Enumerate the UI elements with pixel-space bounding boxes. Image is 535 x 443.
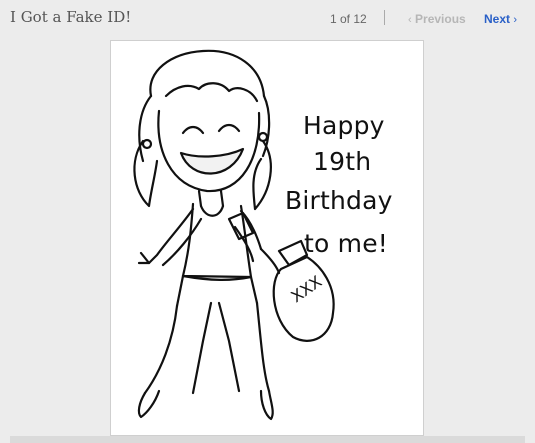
caption-line-4: to me! <box>304 229 389 258</box>
slideshow-page: I Got a Fake ID! 1 of 12 ‹ Previous Next… <box>0 0 535 443</box>
next-button[interactable]: Next › <box>484 12 517 26</box>
slide-counter: 1 of 12 <box>330 12 367 26</box>
next-label: Next <box>484 12 511 26</box>
chevron-right-icon: › <box>513 14 518 26</box>
caption-line-2: 19th <box>313 147 372 176</box>
caption-line-1: Happy <box>303 111 385 140</box>
caption-line-3: Birthday <box>285 186 393 215</box>
bottom-scroll-bar <box>10 436 525 443</box>
slideshow-header: I Got a Fake ID! 1 of 12 ‹ Previous Next… <box>0 0 535 38</box>
bottle-label: XXX <box>287 272 325 306</box>
header-divider <box>384 10 385 25</box>
slide-image-frame[interactable]: XXX Happy 19th Birthday to me! <box>110 40 424 436</box>
previous-button[interactable]: ‹ Previous <box>408 12 466 26</box>
chevron-left-icon: ‹ <box>408 14 412 26</box>
previous-label: Previous <box>415 12 466 26</box>
slideshow-title: I Got a Fake ID! <box>10 8 132 26</box>
